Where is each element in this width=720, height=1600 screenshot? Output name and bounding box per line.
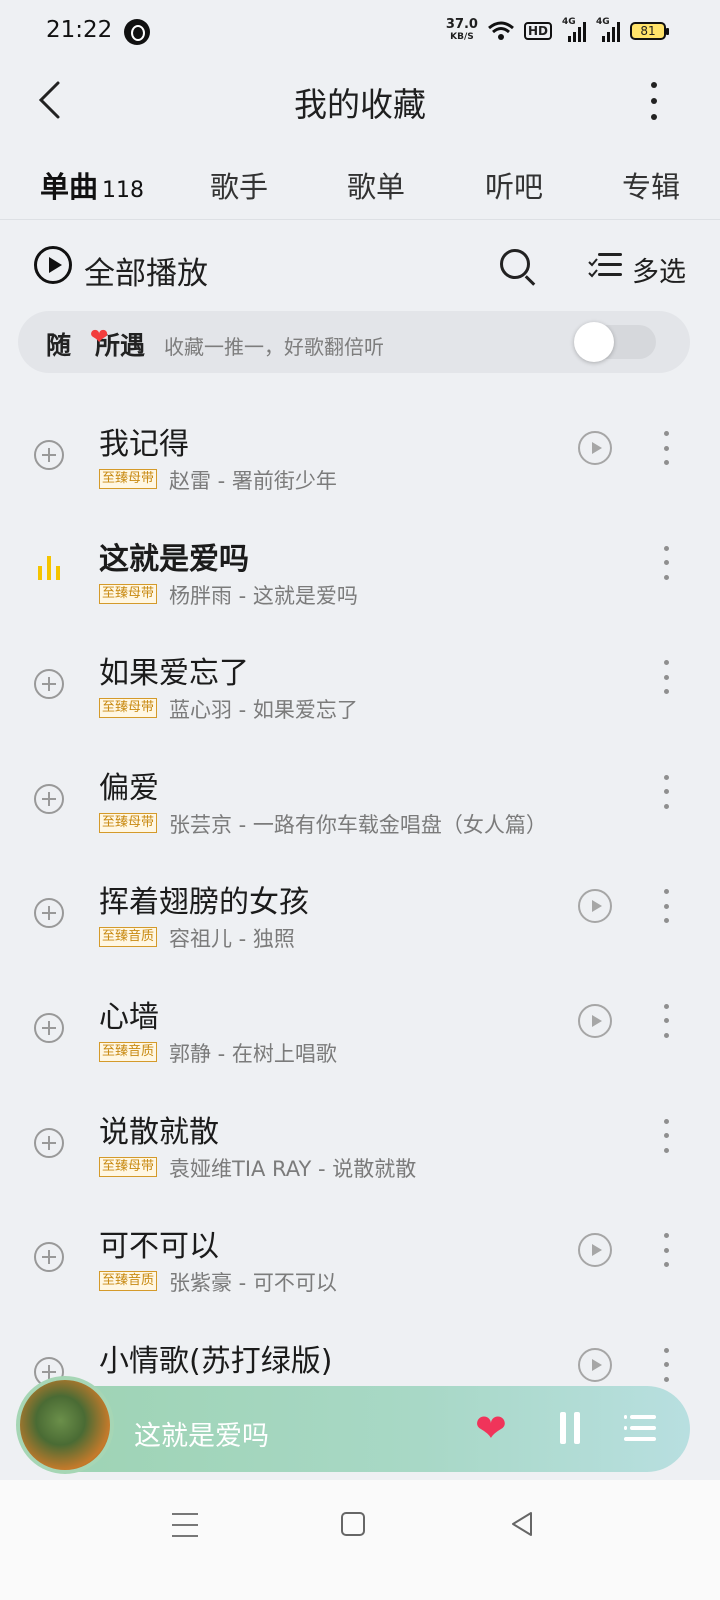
song-artist-album: 赵雷 - 署前街少年 <box>169 469 337 493</box>
random-recommend-toggle[interactable] <box>574 322 656 362</box>
search-icon[interactable] <box>500 249 530 279</box>
hd-voice-icon: HD <box>523 22 552 40</box>
category-tabs: 单曲 118 歌手 歌单 听吧 专辑 <box>0 150 720 220</box>
more-options-icon[interactable] <box>662 431 670 465</box>
play-all-button[interactable]: 全部播放 <box>84 248 208 293</box>
pause-icon[interactable] <box>558 1412 582 1444</box>
wifi-icon <box>488 21 514 40</box>
play-icon[interactable] <box>578 431 612 465</box>
more-options-icon[interactable] <box>650 82 658 120</box>
app-notification-icon <box>124 19 150 45</box>
song-artist-album: 张紫豪 - 可不可以 <box>169 1271 337 1296</box>
song-title: 挥着翅膀的女孩 <box>99 885 309 921</box>
song-row[interactable]: 这就是爱吗 至臻母带 杨胖雨 - 这就是爱吗 <box>0 510 720 625</box>
song-list: 我记得 至臻母带 赵雷 - 署前街少年 这就是爱吗 至臻母带 杨胖雨 - 这就是… <box>0 395 720 1426</box>
song-title: 说散就散 <box>99 1114 219 1150</box>
song-title: 这就是爱吗 <box>99 541 249 577</box>
multi-select-icon[interactable] <box>588 250 622 280</box>
add-icon[interactable] <box>34 1242 64 1273</box>
network-speed: 37.0 KB/S <box>445 17 478 42</box>
heart-icon[interactable]: ❤ <box>475 1406 507 1450</box>
add-icon[interactable] <box>34 669 64 700</box>
add-icon[interactable] <box>34 898 64 929</box>
song-row[interactable]: 偏爱 至臻母带 张芸京 - 一路有你车载金唱盘（女人篇） <box>0 739 720 854</box>
add-icon[interactable] <box>34 1012 64 1043</box>
quality-badge: 至臻母带 <box>99 583 158 604</box>
playlist-icon[interactable] <box>624 1412 656 1444</box>
back-icon[interactable] <box>510 1511 534 1537</box>
song-title: 可不可以 <box>99 1229 219 1265</box>
more-options-icon[interactable] <box>662 545 670 580</box>
tab-albums[interactable]: 专辑 <box>622 164 680 206</box>
play-icon[interactable] <box>578 1003 612 1038</box>
quality-badge: 至臻音质 <box>99 1041 158 1062</box>
song-artist-album: 杨胖雨 - 这就是爱吗 <box>169 583 358 608</box>
song-row[interactable]: 说散就散 至臻母带 袁娅维TIA RAY - 说散就散 <box>0 1083 720 1198</box>
more-options-icon[interactable] <box>662 889 670 924</box>
more-options-icon[interactable] <box>662 1347 670 1382</box>
album-cover[interactable] <box>16 1376 114 1474</box>
battery-icon: 81 <box>630 22 669 40</box>
song-row[interactable]: 我记得 至臻母带 赵雷 - 署前街少年 <box>0 395 720 510</box>
song-row[interactable]: 可不可以 至臻音质 张紫豪 - 可不可以 <box>0 1197 720 1312</box>
mini-player[interactable]: 这就是爱吗 ❤ <box>16 1376 690 1474</box>
clock: 21:22 <box>46 17 113 43</box>
status-indicators: 37.0 KB/S HD 4G 4G 81 <box>445 16 669 46</box>
add-icon[interactable] <box>34 783 64 814</box>
song-artist-album: 张芸京 - 一路有你车载金唱盘（女人篇） <box>169 812 547 837</box>
tab-singles[interactable]: 单曲 118 <box>40 164 144 206</box>
tab-tingba[interactable]: 听吧 <box>485 164 543 206</box>
more-options-icon[interactable] <box>662 1003 670 1038</box>
song-title: 偏爱 <box>99 770 159 806</box>
add-icon[interactable] <box>34 440 64 470</box>
random-recommend-subtitle: 收藏一推一，好歌翻倍听 <box>164 335 384 359</box>
more-options-icon[interactable] <box>662 1118 670 1153</box>
quality-badge: 至臻母带 <box>99 698 158 719</box>
song-row[interactable]: 心墙 至臻音质 郭静 - 在树上唱歌 <box>0 968 720 1083</box>
recent-apps-icon[interactable] <box>172 1513 198 1537</box>
heart-icon: ❤ <box>90 325 109 350</box>
song-title: 我记得 <box>99 427 189 462</box>
quality-badge: 至臻母带 <box>99 469 158 489</box>
tab-artists[interactable]: 歌手 <box>210 164 268 206</box>
multi-select-button[interactable]: 多选 <box>632 250 686 289</box>
random-recommend-banner: 随所遇 ❤ 收藏一推一，好歌翻倍听 <box>18 311 690 373</box>
home-icon[interactable] <box>341 1512 365 1536</box>
singles-count: 118 <box>102 178 145 203</box>
play-icon[interactable] <box>578 1347 612 1382</box>
signal-icon-2: 4G <box>596 17 620 42</box>
song-title: 心墙 <box>99 999 159 1035</box>
song-title: 如果爱忘了 <box>99 656 249 692</box>
play-icon[interactable] <box>578 1233 612 1268</box>
play-all-icon[interactable] <box>34 246 72 284</box>
list-toolbar: 全部播放 多选 <box>0 230 720 300</box>
page-title: 我的收藏 <box>294 85 426 124</box>
more-options-icon[interactable] <box>662 1233 670 1268</box>
song-row[interactable]: 挥着翅膀的女孩 至臻音质 容祖儿 - 独照 <box>0 853 720 968</box>
quality-badge: 至臻母带 <box>99 1156 158 1177</box>
more-options-icon[interactable] <box>662 660 670 695</box>
song-artist-album: 蓝心羽 - 如果爱忘了 <box>169 698 358 723</box>
now-playing-equalizer-icon <box>38 554 62 580</box>
add-icon[interactable] <box>34 1127 64 1158</box>
song-artist-album: 袁娅维TIA RAY - 说散就散 <box>169 1156 417 1181</box>
tab-playlists[interactable]: 歌单 <box>347 164 405 206</box>
song-artist-album: 容祖儿 - 独照 <box>169 927 295 952</box>
system-navigation-bar <box>0 1480 720 1600</box>
quality-badge: 至臻母带 <box>99 812 158 833</box>
top-bar: 我的收藏 <box>0 64 720 134</box>
quality-badge: 至臻音质 <box>99 1271 158 1292</box>
quality-badge: 至臻音质 <box>99 927 158 948</box>
song-row[interactable]: 如果爱忘了 至臻母带 蓝心羽 - 如果爱忘了 <box>0 624 720 739</box>
play-icon[interactable] <box>578 889 612 924</box>
signal-icon: 4G <box>562 17 586 42</box>
song-title: 小情歌(苏打绿版) <box>99 1343 333 1379</box>
more-options-icon[interactable] <box>662 774 670 809</box>
now-playing-title: 这就是爱吗 <box>134 1421 269 1452</box>
song-artist-album: 郭静 - 在树上唱歌 <box>169 1041 337 1066</box>
status-bar: 21:22 37.0 KB/S HD 4G 4G 81 <box>0 0 720 64</box>
